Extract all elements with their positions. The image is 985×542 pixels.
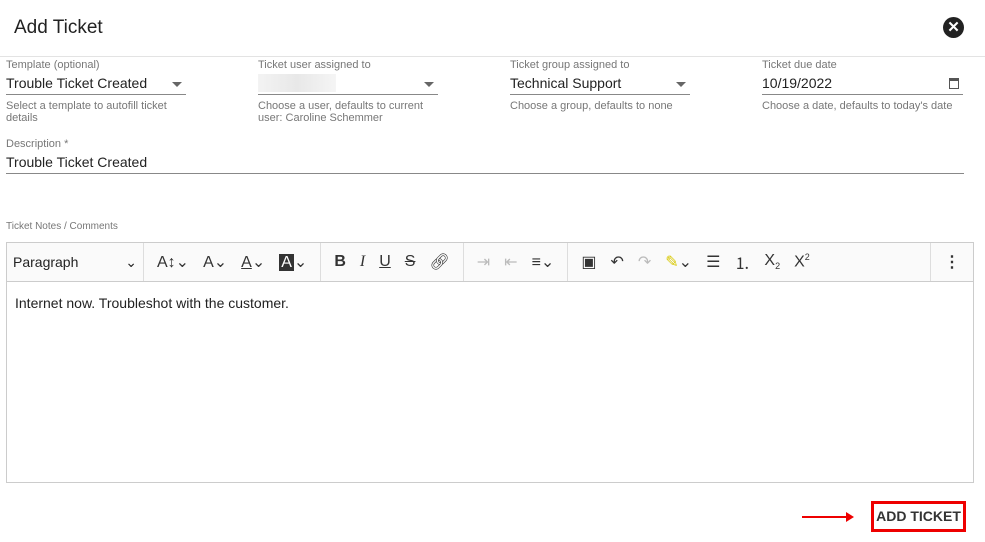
user-field[interactable]: Ticket user assigned to Choose a user, d… — [258, 59, 438, 124]
user-select[interactable] — [258, 72, 438, 95]
paragraph-select[interactable]: Paragraph ⌄ — [7, 254, 143, 271]
indent-icon[interactable]: ⇥ — [470, 252, 497, 272]
dropdown-caret-icon — [172, 82, 182, 87]
bold-icon[interactable]: B — [327, 253, 353, 271]
template-label: Template (optional) — [6, 59, 100, 71]
due-date-field[interactable]: Ticket due date 10/19/2022 Choose a date… — [762, 59, 963, 112]
divider — [0, 56, 985, 57]
calendar-icon[interactable] — [949, 78, 959, 89]
due-date-input[interactable]: 10/19/2022 — [762, 72, 963, 95]
outdent-icon[interactable]: ⇤ — [497, 252, 524, 272]
link-icon[interactable]: 🔗︎ — [422, 252, 456, 272]
arrow-annotation — [802, 512, 854, 522]
template-hint: Select a template to autofill ticket det… — [6, 100, 167, 124]
font-family-icon[interactable]: A⌄ — [196, 252, 234, 272]
image-icon[interactable]: ▣ — [574, 252, 603, 272]
template-field[interactable]: Template (optional) Trouble Ticket Creat… — [6, 59, 186, 124]
group-hint: Choose a group, defaults to none — [510, 100, 673, 112]
user-hint: Choose a user, defaults to current user:… — [258, 100, 424, 124]
group-label: Ticket group assigned to — [510, 59, 630, 71]
editor-content[interactable]: Internet now. Troubleshot with the custo… — [7, 282, 973, 324]
rich-text-editor[interactable]: Paragraph ⌄ A↕⌄ A⌄ A⌄ A ⌄ B I U S 🔗︎ ⇥ ⇤ ≡… — [6, 242, 974, 483]
more-icon[interactable]: ⋮ — [937, 252, 967, 272]
due-label: Ticket due date — [762, 59, 837, 71]
font-size-icon[interactable]: A↕⌄ — [150, 252, 196, 272]
description-label: Description * — [6, 138, 69, 150]
template-value: Trouble Ticket Created — [6, 75, 148, 91]
dialog-title: Add Ticket — [14, 17, 103, 38]
bullet-list-icon[interactable]: ☰ — [699, 252, 727, 272]
close-icon[interactable]: ✕ — [943, 17, 964, 38]
strikethrough-icon[interactable]: S — [398, 253, 423, 271]
group-field[interactable]: Ticket group assigned to Technical Suppo… — [510, 59, 690, 112]
font-color-icon[interactable]: A⌄ — [234, 252, 272, 272]
editor-toolbar: Paragraph ⌄ A↕⌄ A⌄ A⌄ A ⌄ B I U S 🔗︎ ⇥ ⇤ ≡… — [7, 243, 973, 282]
add-ticket-button[interactable]: ADD TICKET — [871, 501, 966, 532]
redo-icon[interactable]: ↷ — [631, 252, 658, 272]
user-label: Ticket user assigned to — [258, 59, 371, 71]
group-select[interactable]: Technical Support — [510, 72, 690, 95]
dropdown-caret-icon — [424, 82, 434, 87]
description-input[interactable]: Trouble Ticket Created — [6, 151, 964, 174]
highlight-icon[interactable]: ✎⌄ — [658, 252, 699, 272]
align-icon[interactable]: ≡⌄ — [525, 252, 562, 272]
description-field[interactable]: Description * Trouble Ticket Created — [6, 138, 964, 174]
chevron-down-icon: ⌄ — [125, 253, 137, 270]
italic-icon[interactable]: I — [353, 253, 372, 271]
superscript-icon[interactable]: X2 — [787, 252, 817, 271]
due-hint: Choose a date, defaults to today's date — [762, 100, 953, 112]
notes-label: Ticket Notes / Comments — [6, 221, 118, 232]
undo-icon[interactable]: ↶ — [603, 252, 630, 272]
blurred-user — [258, 74, 336, 92]
numbered-list-icon[interactable]: ⒈ — [727, 250, 757, 274]
background-color-icon[interactable]: A ⌄ — [272, 252, 314, 272]
dropdown-caret-icon — [676, 82, 686, 87]
subscript-icon[interactable]: X2 — [757, 252, 787, 271]
underline-icon[interactable]: U — [372, 253, 398, 271]
template-select[interactable]: Trouble Ticket Created — [6, 72, 186, 95]
